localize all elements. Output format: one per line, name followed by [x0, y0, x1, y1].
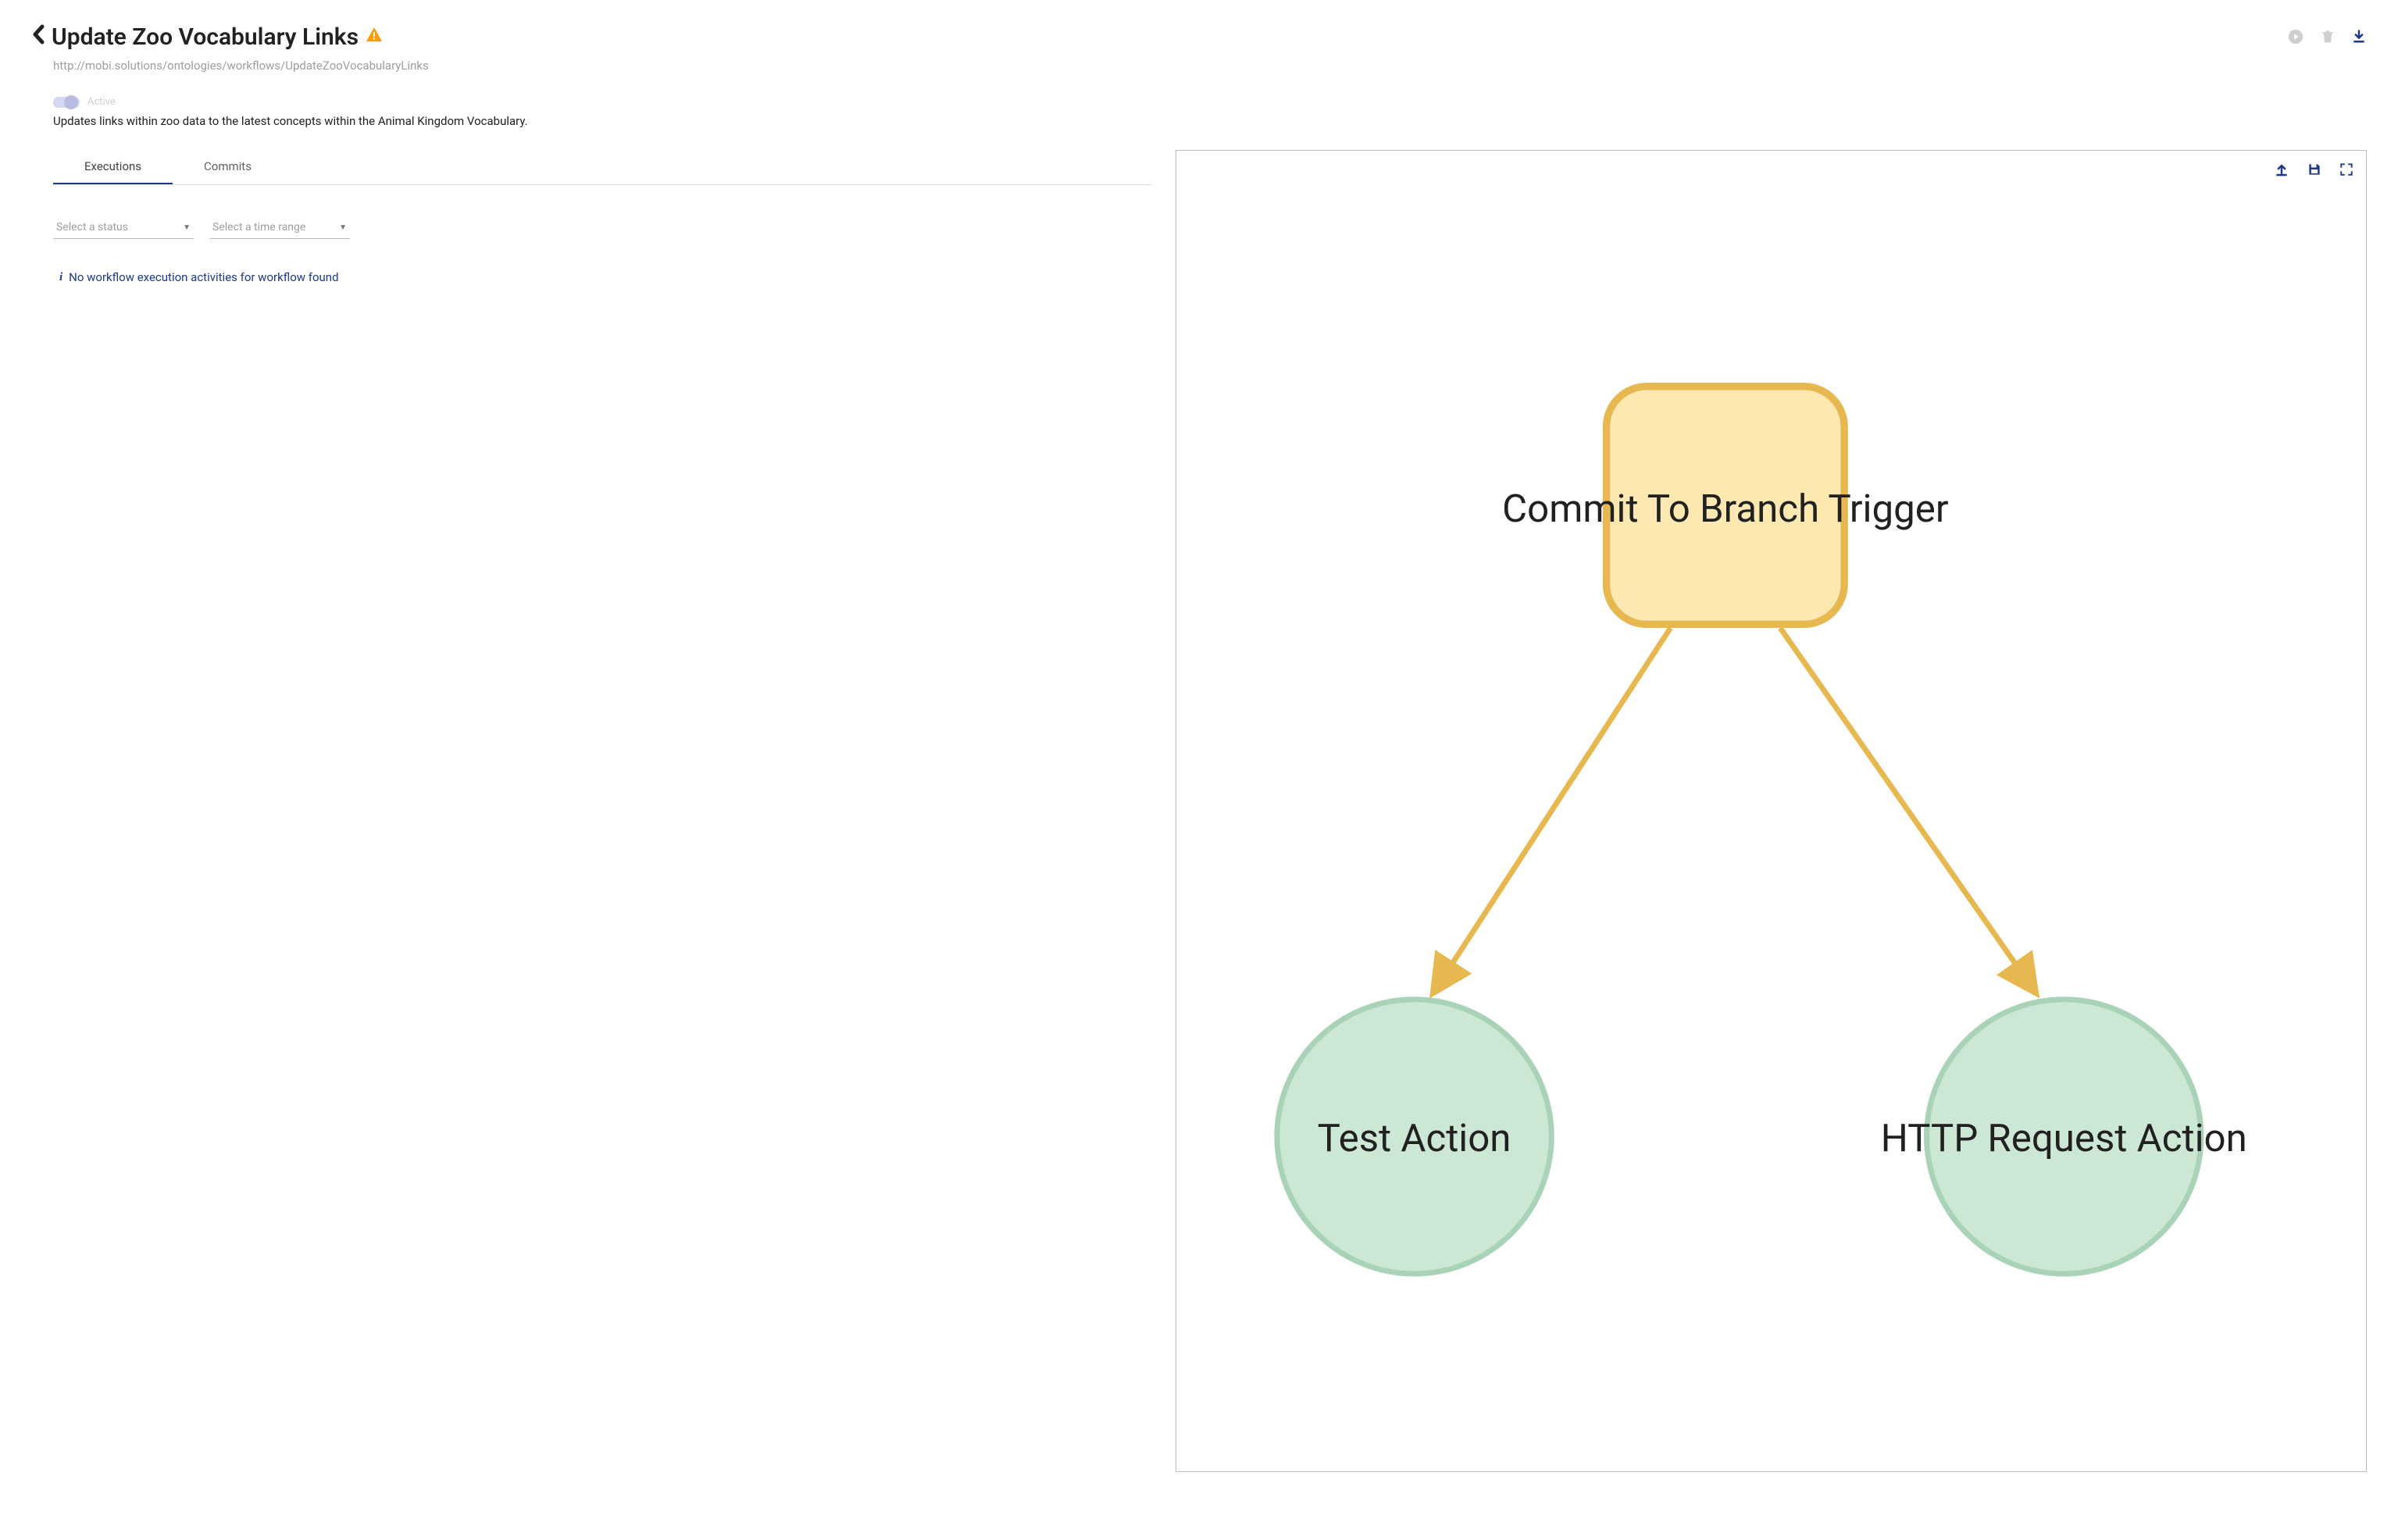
action-node-1-label: Test Action [1318, 1116, 1511, 1161]
timerange-select-placeholder: Select a time range [212, 221, 305, 233]
workflow-description: Updates links within zoo data to the lat… [53, 114, 2367, 128]
timerange-select[interactable]: Select a time range ▼ [209, 216, 350, 239]
active-toggle[interactable] [53, 97, 80, 108]
back-button[interactable] [31, 23, 45, 51]
workflow-diagram: Commit To Branch Trigger Test Action HTT… [1176, 151, 2366, 1471]
delete-button[interactable] [2320, 28, 2336, 48]
tabs: Executions Commits [53, 150, 1152, 185]
tab-commits[interactable]: Commits [173, 150, 283, 184]
play-button[interactable] [2287, 28, 2304, 48]
empty-state-message: i No workflow execution activities for w… [53, 270, 1152, 284]
trigger-node-label: Commit To Branch Trigger [1502, 487, 1948, 532]
upload-button[interactable] [2274, 162, 2289, 180]
status-select-placeholder: Select a status [56, 221, 128, 233]
caret-down-icon: ▼ [183, 223, 191, 232]
fullscreen-button[interactable] [2339, 162, 2353, 180]
workflow-url: http://mobi.solutions/ontologies/workflo… [53, 59, 2367, 73]
info-icon: i [59, 271, 62, 284]
workflow-canvas[interactable]: Commit To Branch Trigger Test Action HTT… [1176, 150, 2367, 1472]
action-node-2-label: HTTP Request Action [1881, 1116, 2247, 1161]
empty-state-text: No workflow execution activities for wor… [69, 270, 338, 284]
edge-trigger-to-action1 [1433, 628, 1671, 994]
warning-icon [365, 26, 384, 49]
tab-executions[interactable]: Executions [53, 150, 173, 184]
active-toggle-label: Active [87, 96, 116, 108]
edge-trigger-to-action2 [1780, 628, 2036, 994]
save-button[interactable] [2307, 162, 2322, 180]
caret-down-icon: ▼ [339, 223, 347, 232]
status-select[interactable]: Select a status ▼ [53, 216, 194, 239]
download-button[interactable] [2351, 28, 2367, 48]
page-title: Update Zoo Vocabulary Links [52, 23, 359, 51]
